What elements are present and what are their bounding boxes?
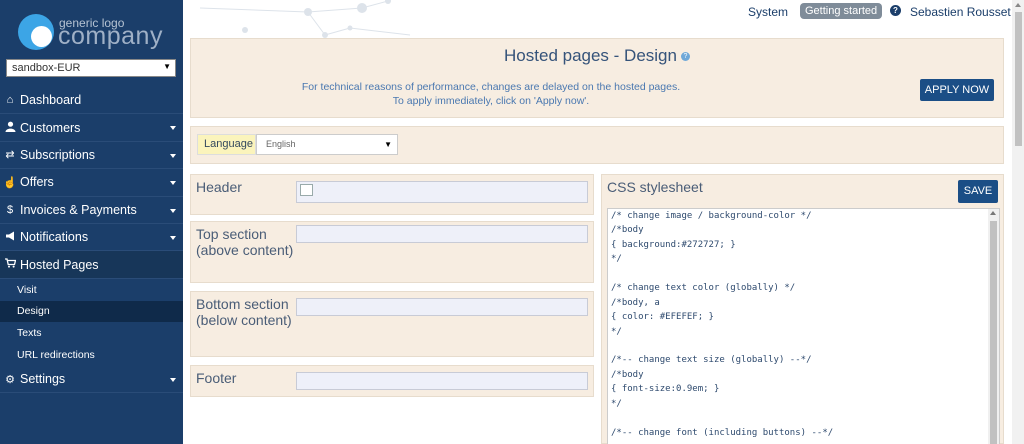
logo[interactable]: generic logo company sandbox-EUR ▼ — [0, 0, 183, 82]
help-icon[interactable]: ? — [890, 5, 901, 16]
language-label: Language — [197, 134, 256, 155]
bottom-section-label: Bottom section (below content) — [196, 296, 292, 328]
apply-now-button[interactable]: APPLY NOW — [920, 79, 994, 101]
performance-notice: For technical reasons of performance, ch… — [191, 80, 791, 108]
code-line: /* change text color (globally) */ — [611, 283, 796, 294]
account-select[interactable]: sandbox-EUR ▼ — [6, 59, 176, 77]
top-section-editor-field[interactable] — [296, 225, 588, 243]
page-title-row: Hosted pages - Design? — [191, 46, 1003, 66]
user-menu-link[interactable]: Sebastien Rousset — [910, 5, 1011, 19]
scroll-up-arrow-icon[interactable] — [990, 211, 996, 215]
sidebar-item-label: Dashboard — [20, 93, 82, 108]
dropdown-caret-icon: ▼ — [384, 140, 392, 149]
header-section-label: Header — [196, 179, 242, 195]
code-line: */ — [611, 326, 622, 337]
chevron-down-icon — [170, 153, 176, 158]
code-line: */ — [611, 398, 622, 409]
getting-started-button[interactable]: Getting started — [800, 3, 883, 19]
broken-image-icon — [300, 184, 313, 196]
chevron-down-icon — [170, 208, 176, 213]
code-line: /*body — [611, 225, 644, 236]
bullhorn-icon — [3, 231, 17, 244]
account-select-value: sandbox-EUR — [12, 62, 81, 74]
sidebar-item-label: Subscriptions — [20, 147, 96, 162]
sidebar-item-dashboard[interactable]: ⌂ Dashboard — [0, 87, 183, 115]
language-panel: Language English ▼ — [190, 126, 1004, 164]
css-code-editor[interactable]: /* change image / background-color */ /*… — [607, 208, 1000, 444]
sidebar-item-subscriptions[interactable]: ⇄ Subscriptions — [0, 142, 183, 170]
css-stylesheet-panel: CSS stylesheet SAVE /* change image / ba… — [601, 174, 1004, 444]
sidebar-subitem-texts[interactable]: Texts — [0, 322, 183, 345]
user-icon — [3, 121, 17, 135]
css-stylesheet-title: CSS stylesheet — [607, 179, 703, 195]
sidebar: generic logo company sandbox-EUR ▼ ⌂ Das… — [0, 0, 183, 444]
scroll-up-arrow-icon[interactable] — [1015, 3, 1021, 7]
chevron-down-icon — [170, 181, 176, 186]
code-line: { background:#272727; } — [611, 239, 736, 250]
shopping-cart-icon — [3, 258, 17, 271]
dollar-icon: $ — [6, 203, 14, 216]
top-section-panel: Top section (above content) — [190, 221, 594, 283]
code-line: /* change image / background-color */ — [611, 211, 812, 221]
header-section-panel: Header — [190, 174, 594, 215]
code-line: /*-- change font (including buttons) --*… — [611, 427, 834, 438]
logo-inner-circle-icon — [31, 26, 52, 47]
chevron-down-icon — [170, 235, 176, 240]
code-line: { color: #EFEFEF; } — [611, 312, 714, 323]
code-line: { font-size:0.9em; } — [611, 384, 720, 395]
chevron-down-icon — [170, 126, 176, 131]
retweet-icon: ⇄ — [5, 149, 15, 162]
gear-icon: ⚙ — [5, 373, 15, 386]
sidebar-subitem-visit[interactable]: Visit — [0, 278, 183, 301]
chevron-down-icon — [170, 377, 176, 382]
sidebar-item-customers[interactable]: Customers — [0, 114, 183, 142]
sidebar-item-label: Hosted Pages — [20, 257, 99, 272]
sidebar-item-label: Offers — [20, 175, 54, 190]
notice-line-2: To apply immediately, click on 'Apply no… — [392, 95, 590, 107]
sidebar-item-settings[interactable]: ⚙ Settings — [0, 366, 183, 394]
code-line: /*body, a — [611, 297, 660, 308]
sidebar-item-label: Invoices & Payments — [20, 202, 137, 217]
bottom-section-editor-field[interactable] — [296, 298, 588, 316]
footer-section-label: Footer — [196, 370, 237, 386]
code-line: /*body — [611, 369, 644, 380]
sidebar-item-label: Settings — [20, 372, 66, 387]
bottom-section-panel: Bottom section (below content) — [190, 291, 594, 357]
sidebar-item-notifications[interactable]: Notifications — [0, 224, 183, 252]
top-section-label: Top section (above content) — [196, 226, 294, 258]
sidebar-item-label: Notifications — [20, 230, 89, 245]
sidebar-nav: ⌂ Dashboard Customers ⇄ Subscriptions ☝ … — [0, 87, 183, 394]
code-line: /*-- change text size (globally) --*/ — [611, 355, 812, 366]
footer-editor-field[interactable] — [296, 372, 588, 390]
sidebar-item-label: Customers — [20, 120, 81, 135]
code-editor-scrollbar[interactable] — [988, 209, 999, 444]
header-editor-field[interactable] — [296, 181, 588, 203]
sidebar-item-invoices-payments[interactable]: $ Invoices & Payments — [0, 197, 183, 224]
notice-line-1: For technical reasons of performance, ch… — [301, 81, 681, 93]
top-bar: System Getting started ? Sebastien Rouss… — [183, 0, 1012, 24]
logo-company-name: company — [58, 22, 163, 50]
sidebar-item-hosted-pages[interactable]: Hosted Pages — [0, 251, 183, 279]
code-line: */ — [611, 254, 622, 265]
page-header-panel: Hosted pages - Design? For technical rea… — [190, 38, 1004, 118]
page-title: Hosted pages - Design — [504, 46, 677, 65]
home-icon: ⌂ — [6, 94, 14, 107]
sidebar-item-offers[interactable]: ☝ Offers — [0, 169, 183, 197]
sidebar-subitem-url-redirections[interactable]: URL redirections — [0, 344, 183, 366]
system-link[interactable]: System — [748, 5, 788, 19]
footer-section-panel: Footer — [190, 365, 594, 397]
language-select[interactable]: English ▼ — [256, 134, 398, 155]
scrollbar-thumb[interactable] — [990, 221, 997, 444]
question-icon[interactable]: ? — [680, 52, 690, 62]
language-select-value: English — [266, 139, 296, 149]
save-button[interactable]: SAVE — [958, 180, 998, 203]
dropdown-caret-icon: ▼ — [163, 62, 171, 71]
sidebar-subitem-design[interactable]: Design — [0, 300, 183, 323]
scrollbar-thumb[interactable] — [1015, 12, 1022, 146]
thumbs-up-icon: ☝ — [3, 176, 17, 189]
page-scrollbar[interactable] — [1012, 0, 1024, 444]
